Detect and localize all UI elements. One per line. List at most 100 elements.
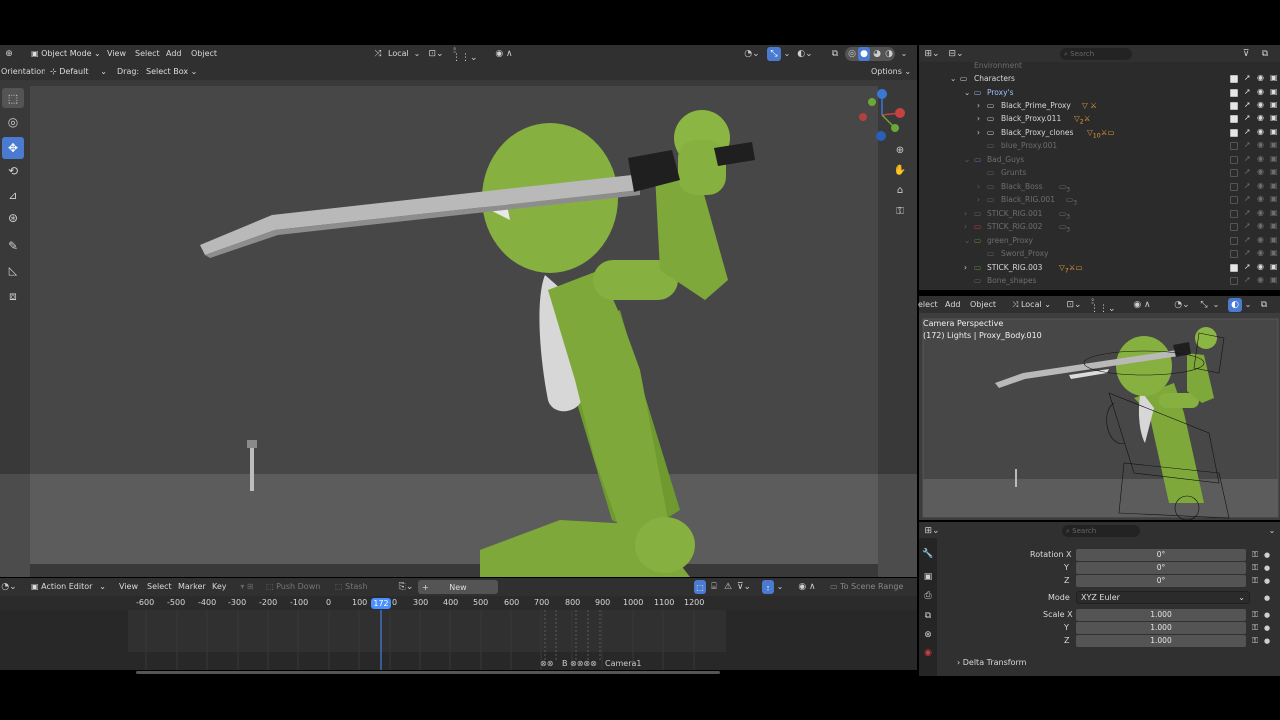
eye-icon[interactable]: ◉ — [1257, 74, 1265, 82]
select-arrow-icon[interactable]: ➚ — [1244, 222, 1252, 230]
navigation-gizmo[interactable] — [855, 88, 911, 144]
checkbox[interactable] — [1230, 75, 1238, 83]
pivot-point-icon[interactable]: ⊡⌄ — [428, 48, 444, 60]
camera-icon[interactable]: ▣ — [1270, 236, 1278, 244]
add-cube-tool-icon[interactable]: ⧈ — [2, 286, 24, 306]
select-arrow-icon[interactable]: ➚ — [1244, 101, 1252, 109]
checkbox[interactable] — [1230, 142, 1238, 150]
snap-icon[interactable]: ⍛ ⋮⋮⌄ — [1090, 296, 1120, 314]
select-arrow-icon[interactable]: ➚ — [1244, 276, 1252, 284]
measure-tool-icon[interactable]: ◺ — [2, 260, 24, 280]
lock-icon[interactable]: ⚿ — [893, 205, 907, 219]
camera-icon[interactable]: ▣ — [1270, 101, 1278, 109]
filter-icon[interactable]: ⊽⌄ — [736, 581, 752, 593]
eye-icon[interactable]: ◉ — [1257, 195, 1265, 203]
snap-toggle[interactable]: ⍛ — [762, 580, 774, 594]
camera-icon[interactable]: ▣ — [1270, 168, 1278, 176]
scale-tool-icon[interactable]: ⊿ — [2, 185, 24, 205]
options-button[interactable]: Options ⌄ — [871, 66, 911, 78]
checkbox[interactable] — [1230, 102, 1238, 110]
eye-icon[interactable]: ◉ — [1257, 101, 1265, 109]
checkbox[interactable] — [1230, 196, 1238, 204]
eye-icon[interactable]: ◉ — [1257, 249, 1265, 257]
gizmo-icon[interactable]: ⤡ — [1198, 299, 1210, 311]
render-tab-icon[interactable]: ▣ — [921, 571, 935, 583]
camera-icon[interactable]: ▣ — [1270, 276, 1278, 284]
select-arrow-icon[interactable]: ➚ — [1244, 249, 1252, 257]
cam-menu-object[interactable]: Object — [970, 299, 996, 311]
menu-select[interactable]: Select — [135, 48, 160, 60]
scale-x-field[interactable]: 1.000 — [1076, 609, 1246, 621]
outliner-row[interactable]: ▭ Bone_shapes ➚ ◉ ▣ — [922, 274, 1280, 288]
keyframe-dot-icon[interactable]: ● — [1264, 575, 1270, 587]
delta-transform-panel[interactable]: › Delta Transform — [957, 657, 1026, 669]
keyframe-dot-icon[interactable]: ● — [1264, 609, 1270, 621]
move-tool-icon[interactable]: ✥ — [2, 137, 24, 159]
mode-selector[interactable]: ▣ Object Mode ⌄ — [26, 47, 101, 61]
xray-icon[interactable]: ⧉ — [829, 48, 841, 60]
select-arrow-icon[interactable]: ➚ — [1244, 155, 1252, 163]
wireframe-shading-icon[interactable]: ◎ — [846, 48, 858, 60]
timeline-scrollbar[interactable] — [136, 671, 720, 674]
to-scene-range-button[interactable]: ▭ To Scene Range — [830, 581, 903, 593]
lock-icon[interactable]: ⚿ — [1250, 635, 1260, 647]
ae-menu-view[interactable]: View — [119, 581, 138, 593]
cam-orientation[interactable]: ⤨ Local ⌄ — [1012, 299, 1051, 311]
scale-z-field[interactable]: 1.000 — [1076, 635, 1246, 647]
stash-button[interactable]: ⬚ Stash — [335, 581, 367, 593]
camera-view-icon[interactable]: ⌂ — [893, 184, 907, 198]
camera-icon[interactable]: ▣ — [1270, 222, 1278, 230]
ae-menu-marker[interactable]: Marker — [178, 581, 206, 593]
zoom-icon[interactable]: ⊕ — [893, 144, 907, 158]
select-arrow-icon[interactable]: ➚ — [1244, 114, 1252, 122]
properties-search[interactable]: ⌕ Search — [1062, 525, 1140, 537]
chevron-down-icon[interactable]: ⌄ — [900, 48, 908, 60]
editor-type-icon[interactable]: ◔⌄ — [1, 581, 16, 593]
camera-icon[interactable]: ▣ — [1270, 88, 1278, 96]
push-down-button[interactable]: ⬚ Push Down — [266, 581, 320, 593]
cam-menu-add[interactable]: Add — [945, 299, 961, 311]
camera-icon[interactable]: ▣ — [1270, 263, 1278, 271]
snap-icon[interactable]: ⍛ ⋮⋮⌄ — [452, 45, 482, 63]
eye-icon[interactable]: ◉ — [1257, 88, 1265, 96]
rotation-x-field[interactable]: 0° — [1076, 549, 1246, 561]
marker-camera1[interactable]: Camera1 — [605, 658, 641, 670]
keyframe-dot-icon[interactable]: ● — [1264, 635, 1270, 647]
lock-icon[interactable]: ⚿ — [1250, 562, 1260, 574]
checkbox[interactable] — [1230, 183, 1238, 191]
lock-icon[interactable]: ⚿ — [1250, 575, 1260, 587]
rotation-mode-select[interactable]: XYZ Euler ⌄ — [1076, 591, 1250, 604]
solid-shading-icon[interactable]: ● — [858, 47, 870, 61]
chevron-down-icon[interactable]: ⌄ — [1268, 525, 1276, 537]
checkbox[interactable] — [1230, 277, 1238, 285]
rotate-tool-icon[interactable]: ⟲ — [2, 161, 24, 181]
only-selected-toggle[interactable]: ⬚ — [694, 580, 706, 594]
select-arrow-icon[interactable]: ➚ — [1244, 182, 1252, 190]
visibility-icon[interactable]: ◔⌄ — [744, 48, 760, 60]
viewport-3d[interactable]: ⬚ ◎ ✥ ⟲ ⊿ ⊛ ✎ ◺ ⧈ ⊕ ✋ ⌂ ⚿ — [0, 80, 917, 577]
warning-icon[interactable]: ⚠ — [722, 581, 734, 593]
select-arrow-icon[interactable]: ➚ — [1244, 74, 1252, 82]
browse-action-icon[interactable]: ⎘⌄ — [398, 581, 414, 593]
scene-tab-icon[interactable]: ⊗ — [921, 629, 935, 641]
camera-icon[interactable]: ▣ — [1270, 195, 1278, 203]
camera-icon[interactable]: ▣ — [1270, 182, 1278, 190]
lock-icon[interactable]: ⚿ — [1250, 622, 1260, 634]
world-tab-icon[interactable]: ◉ — [921, 647, 935, 659]
rotation-z-field[interactable]: 0° — [1076, 575, 1246, 587]
proportional-icon[interactable]: ◉ ∧ — [792, 581, 822, 593]
rendered-shading-icon[interactable]: ◑ — [883, 48, 895, 60]
eye-icon[interactable]: ◉ — [1257, 276, 1265, 284]
eye-icon[interactable]: ◉ — [1257, 114, 1265, 122]
select-arrow-icon[interactable]: ➚ — [1244, 263, 1252, 271]
eye-icon[interactable]: ◉ — [1257, 168, 1265, 176]
select-box-tool[interactable]: ⬚ — [2, 88, 24, 108]
tool-tab-icon[interactable]: 🔧 — [921, 548, 935, 560]
previous-action-icon[interactable]: ▾ ⊞ — [234, 581, 260, 593]
outliner-row[interactable]: ▭ Grunts ➚ ◉ ▣ — [922, 166, 1280, 180]
overlay-icon[interactable]: ◐⌄ — [797, 48, 813, 60]
checkbox[interactable] — [1230, 89, 1238, 97]
action-editor-mode[interactable]: ▣ Action Editor ⌄ — [26, 580, 110, 594]
eye-icon[interactable]: ◉ — [1257, 209, 1265, 217]
cursor-tool-icon[interactable]: ◎ — [2, 112, 24, 132]
